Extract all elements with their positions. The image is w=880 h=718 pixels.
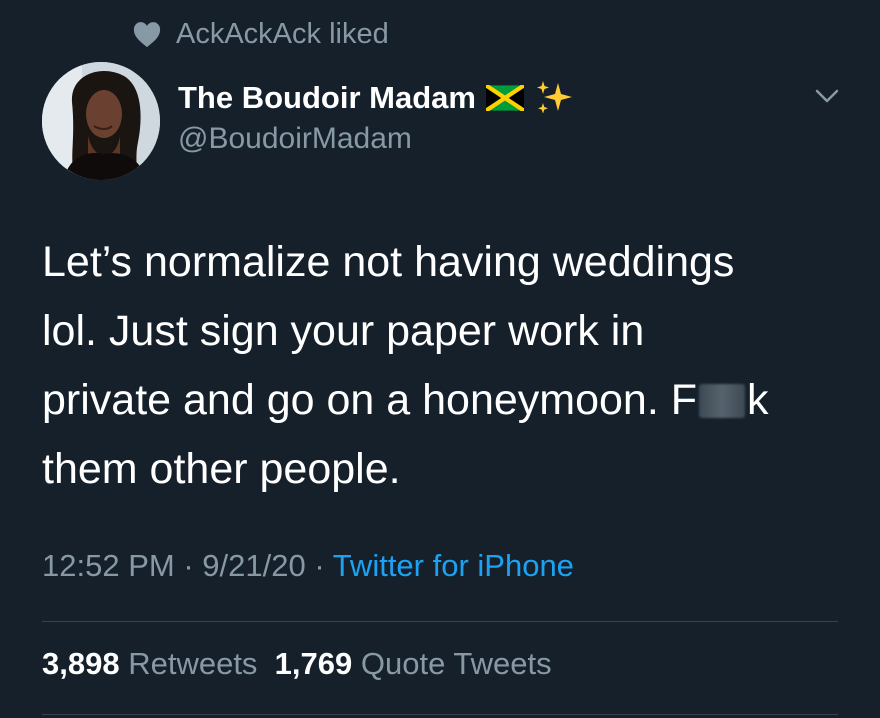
tweet-source-link[interactable]: Twitter for iPhone [333, 548, 574, 583]
chevron-down-icon[interactable] [812, 84, 842, 108]
quote-tweets-count: 1,769 [274, 646, 353, 681]
tweet-time: 12:52 PM [42, 548, 175, 583]
retweets-count: 3,898 [42, 646, 120, 681]
social-context[interactable]: AckAckAck liked [132, 14, 389, 54]
tweet-line-tail: k [747, 376, 769, 424]
quote-tweets-stat[interactable]: 1,769 Quote Tweets [275, 646, 552, 681]
tweet-line-text: private and go on a honeymoon. F [42, 376, 697, 424]
tweet-line: private and go on a honeymoon. F k [42, 366, 842, 435]
avatar[interactable] [42, 62, 160, 180]
tweet-date: 9/21/20 [202, 548, 306, 583]
meta-separator: · [174, 548, 203, 583]
jamaica-flag-icon [485, 85, 524, 111]
censor-blur [699, 384, 745, 418]
tweet-text: Let’s normalize not having weddings lol.… [42, 228, 842, 504]
avatar-image [42, 62, 160, 180]
meta-separator: · [305, 548, 333, 583]
author-name-row[interactable]: The Boudoir Madam [178, 76, 574, 120]
heart-icon [133, 22, 161, 48]
author-handle[interactable]: @BoudoirMadam [178, 122, 412, 156]
tweet-line: lol. Just sign your paper work in [42, 307, 645, 355]
divider [42, 621, 838, 622]
tweet-line: Let’s normalize not having weddings [42, 238, 735, 286]
sparkles-icon [536, 81, 572, 114]
author-name: The Boudoir Madam [178, 80, 476, 115]
social-context-text: AckAckAck liked [176, 17, 389, 50]
divider [42, 714, 838, 715]
quote-tweets-label: Quote Tweets [360, 646, 552, 681]
tweet-meta: 12:52 PM · 9/21/20 · Twitter for iPhone [42, 548, 574, 584]
tweet-line: them other people. [42, 445, 401, 493]
retweets-stat[interactable]: 3,898 Retweets [42, 646, 257, 681]
retweets-label: Retweets [128, 646, 258, 681]
tweet-detail-view: AckAckAck liked The Boudoir Madam @Boudo… [0, 0, 880, 718]
tweet-stats: 3,898 Retweets 1,769 Quote Tweets [42, 646, 552, 682]
